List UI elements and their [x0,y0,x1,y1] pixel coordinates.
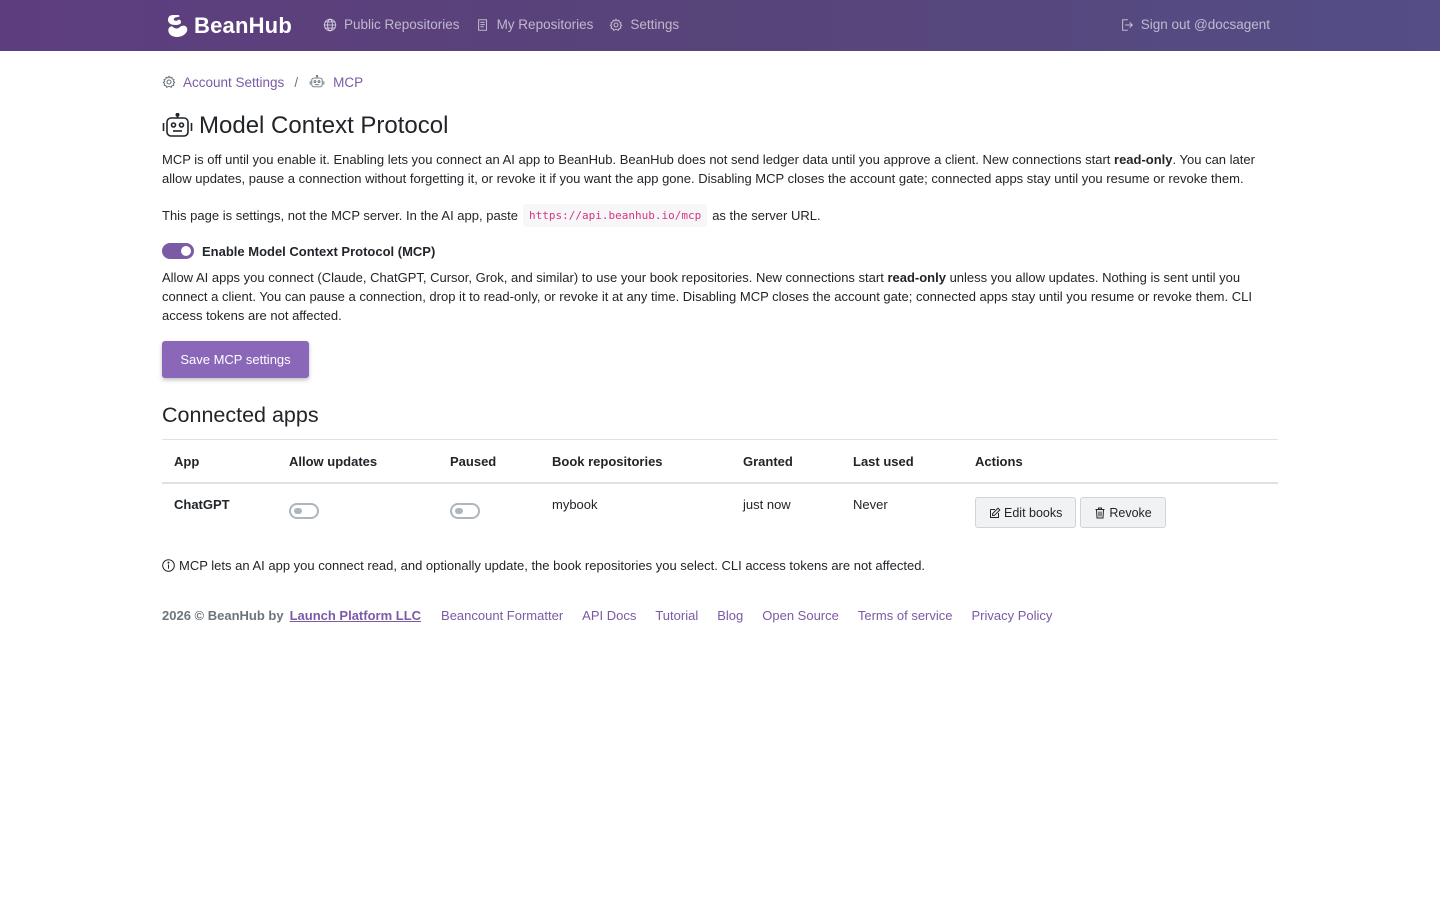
breadcrumb-label: Account Settings [183,74,285,90]
column-header: Book repositories [540,439,731,484]
footer-link-beancount-formatter[interactable]: Beancount Formatter [441,608,563,623]
main-content: Account Settings / MCP Model Context Pro… [162,51,1278,623]
mcp-enable-row: Enable Model Context Protocol (MCP) [162,241,1278,261]
footer-company-link[interactable]: Launch Platform LLC [290,608,421,623]
edit-books-button[interactable]: Edit books [975,497,1077,528]
gear-icon [609,17,623,31]
top-navbar: BeanHub Public Repositories My Repositor… [0,0,1440,51]
page-title: Model Context Protocol [162,109,1278,143]
server-url-note: This page is settings, not the MCP serve… [162,204,1278,227]
column-header: Actions [963,439,1278,484]
paused-cell [438,483,540,541]
save-mcp-settings-button[interactable]: Save MCP settings [162,341,309,378]
footer-link-tutorial[interactable]: Tutorial [655,608,698,623]
column-header: App [162,439,277,484]
info-note: MCP lets an AI app you connect read, and… [162,558,1278,573]
mcp-help-text: Allow AI apps you connect (Claude, ChatG… [162,270,1252,323]
gear-icon [162,75,176,89]
robot-icon [162,112,193,137]
footer-link-open-source[interactable]: Open Source [762,608,839,623]
footer: 2026 © BeanHub by Launch Platform LLC Be… [162,608,1278,623]
trash-icon [1095,507,1105,518]
intro-paragraph: MCP is off until you enable it. Enabling… [162,152,1255,186]
connected-apps-table: App Allow updates Paused Book repositori… [162,439,1278,541]
last-used-cell: Never [853,497,888,512]
breadcrumb-mcp[interactable]: MCP [308,75,363,90]
paused-toggle[interactable] [450,503,480,519]
footer-link-api-docs[interactable]: API Docs [582,608,636,623]
footer-copyright: 2026 © BeanHub by [162,608,284,623]
edit-icon [990,506,1001,518]
breadcrumb-account-settings[interactable]: Account Settings [162,75,284,90]
mcp-enable-toggle[interactable] [162,243,194,259]
footer-link-terms[interactable]: Terms of service [858,608,953,623]
page-heading: Model Context Protocol [199,112,449,139]
breadcrumb-separator: / [294,74,299,90]
nav-item-label: My Repositories [496,17,594,32]
server-url-code: https://api.beanhub.io/mcp [523,204,708,227]
nav-settings[interactable]: Settings [609,17,679,32]
app-name-cell: ChatGPT [174,497,230,512]
nav-public-repositories[interactable]: Public Repositories [323,17,460,32]
sign-out-link[interactable]: Sign out @docsagent [1120,17,1270,32]
globe-icon [323,18,337,31]
beanhub-logo-icon [168,15,188,37]
footer-link-blog[interactable]: Blog [717,608,743,623]
column-header: Paused [438,439,540,484]
breadcrumb-label: MCP [333,74,364,90]
column-header: Last used [841,439,963,484]
column-header: Allow updates [277,439,438,484]
nav-item-label: Settings [630,17,680,32]
info-icon [162,559,175,572]
table-header-row: App Allow updates Paused Book repositori… [162,439,1278,484]
book-repositories-cell: mybook [552,497,598,512]
robot-icon [309,75,325,88]
table-row: ChatGPT mybook just now Never Edit books [162,483,1278,541]
nav-my-repositories[interactable]: My Repositories [476,17,594,32]
connected-apps-heading: Connected apps [162,403,319,427]
nav-item-label: Public Repositories [344,17,460,32]
brand-link[interactable]: BeanHub [166,13,292,39]
allow-updates-toggle[interactable] [289,503,319,519]
sign-out-label: Sign out @docsagent [1140,17,1270,32]
granted-cell: just now [743,497,791,512]
book-icon [477,18,487,31]
revoke-button[interactable]: Revoke [1080,497,1166,528]
column-header: Granted [731,439,841,484]
brand-name: BeanHub [194,13,292,38]
footer-link-privacy[interactable]: Privacy Policy [972,608,1053,623]
sign-out-icon [1121,18,1133,31]
actions-cell: Edit books Revoke [963,483,1278,541]
breadcrumb: Account Settings / MCP [162,73,1278,91]
allow-updates-cell [277,483,438,541]
mcp-enable-label[interactable]: Enable Model Context Protocol (MCP) [202,244,435,259]
